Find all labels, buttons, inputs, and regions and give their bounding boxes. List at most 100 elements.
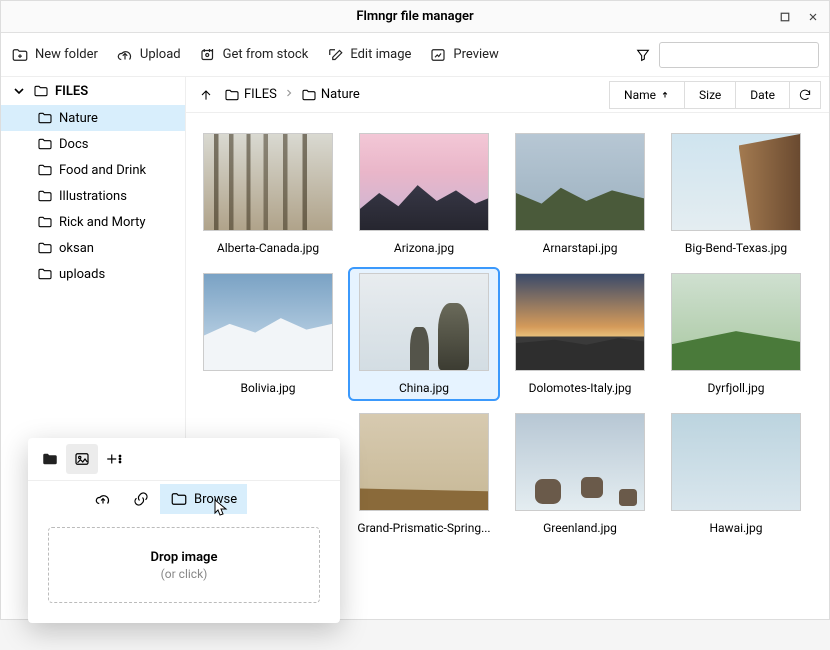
get-from-stock-label: Get from stock — [223, 47, 309, 62]
folder-icon — [33, 83, 49, 99]
folder-icon — [37, 240, 53, 256]
sidebar-item-docs[interactable]: Docs — [1, 131, 185, 157]
file-item[interactable]: Bolivia.jpg — [194, 269, 342, 399]
sort-by-size[interactable]: Size — [684, 81, 736, 109]
preview-label: Preview — [453, 47, 498, 62]
file-thumbnail — [671, 413, 801, 511]
breadcrumb-separator — [283, 87, 295, 103]
tab-file-manager[interactable] — [34, 444, 66, 474]
edit-image-label: Edit image — [350, 47, 411, 62]
titlebar: Flmngr file manager — [1, 1, 829, 33]
sort-controls: Name Size Date — [610, 81, 821, 109]
sidebar-item-illustrations[interactable]: Illustrations — [1, 183, 185, 209]
plus-more-icon — [105, 450, 123, 468]
file-thumbnail — [203, 273, 333, 371]
file-item[interactable]: Dyrfjoll.jpg — [662, 269, 810, 399]
window-title: Flmngr file manager — [356, 9, 473, 24]
new-folder-button[interactable]: New folder — [11, 46, 98, 64]
subtab-browse[interactable]: Browse — [160, 484, 247, 514]
image-icon — [73, 450, 91, 468]
file-thumbnail — [359, 273, 489, 371]
file-thumbnail — [671, 273, 801, 371]
preview-button[interactable]: Preview — [429, 46, 498, 64]
file-name: Arizona.jpg — [394, 241, 454, 255]
tree-root[interactable]: FILES — [1, 77, 185, 105]
edit-image-button[interactable]: Edit image — [326, 46, 411, 64]
file-item[interactable]: Big-Bend-Texas.jpg — [662, 129, 810, 259]
sidebar-item-rick-and-morty[interactable]: Rick and Morty — [1, 209, 185, 235]
breadcrumb-current[interactable]: Nature — [301, 87, 360, 103]
folder-icon — [37, 110, 53, 126]
arrow-up-icon — [660, 90, 670, 100]
breadcrumb-root-label: FILES — [244, 87, 277, 102]
file-item[interactable]: Hawai.jpg — [662, 409, 810, 539]
sidebar-item-label: oksan — [59, 241, 94, 256]
breadcrumb-root[interactable]: FILES — [224, 87, 277, 103]
folder-icon — [224, 87, 240, 103]
folder-icon — [37, 136, 53, 152]
sort-by-date[interactable]: Date — [735, 81, 790, 109]
file-name: Hawai.jpg — [709, 521, 762, 535]
file-item[interactable]: Alberta-Canada.jpg — [194, 129, 342, 259]
sidebar-item-nature[interactable]: Nature — [1, 105, 185, 131]
arrow-up-icon — [198, 87, 214, 103]
go-up-button[interactable] — [194, 83, 218, 107]
folder-icon — [37, 214, 53, 230]
tab-more[interactable] — [98, 444, 130, 474]
sidebar-item-label: uploads — [59, 267, 105, 282]
breadcrumb-bar: FILES Nature Name Size — [186, 77, 829, 113]
file-item[interactable]: Arizona.jpg — [350, 129, 498, 259]
dropzone-title: Drop image — [151, 550, 218, 565]
refresh-button[interactable] — [789, 81, 821, 109]
stock-icon — [199, 46, 217, 64]
sidebar-item-label: Docs — [59, 137, 88, 152]
sidebar-item-oksan[interactable]: oksan — [1, 235, 185, 261]
file-thumbnail — [515, 273, 645, 371]
folder-icon — [301, 87, 317, 103]
toolbar: New folder Upload Get from stock Edit im… — [1, 33, 829, 77]
file-item[interactable]: Arnarstapi.jpg — [506, 129, 654, 259]
dropzone[interactable]: Drop image (or click) — [48, 527, 320, 603]
file-name: Greenland.jpg — [543, 521, 617, 535]
subtab-upload[interactable] — [84, 484, 122, 514]
file-item[interactable]: Dolomotes-Italy.jpg — [506, 269, 654, 399]
file-name: Alberta-Canada.jpg — [217, 241, 319, 255]
file-item[interactable]: China.jpg — [350, 269, 498, 399]
file-thumbnail — [671, 133, 801, 231]
dropzone-subtitle: (or click) — [161, 567, 208, 581]
upload-button[interactable]: Upload — [116, 46, 181, 64]
file-name: China.jpg — [399, 381, 449, 395]
subtab-url[interactable] — [122, 484, 160, 514]
browse-label: Browse — [194, 492, 237, 507]
get-from-stock-button[interactable]: Get from stock — [199, 46, 309, 64]
file-item[interactable]: Grand-Prismatic-Spring... — [350, 409, 498, 539]
sidebar-item-uploads[interactable]: uploads — [1, 261, 185, 287]
tab-image[interactable] — [66, 444, 98, 474]
sidebar-item-label: Food and Drink — [59, 163, 146, 178]
folder-icon — [170, 490, 188, 508]
sidebar-item-label: Nature — [59, 111, 98, 126]
sidebar-item-label: Rick and Morty — [59, 215, 146, 230]
file-thumbnail — [359, 413, 489, 511]
window-maximize-button[interactable] — [775, 7, 795, 27]
sort-name-label: Name — [624, 88, 656, 102]
sidebar-item-label: Illustrations — [59, 189, 127, 204]
file-name: Big-Bend-Texas.jpg — [685, 241, 787, 255]
tree-root-label: FILES — [55, 84, 88, 99]
breadcrumb-current-label: Nature — [321, 87, 360, 102]
window-close-button[interactable] — [803, 7, 823, 27]
file-name: Arnarstapi.jpg — [543, 241, 618, 255]
folder-plus-icon — [11, 46, 29, 64]
file-item[interactable]: Greenland.jpg — [506, 409, 654, 539]
filter-icon[interactable] — [635, 47, 651, 63]
file-thumbnail — [359, 133, 489, 231]
sort-by-name[interactable]: Name — [609, 81, 685, 109]
upload-label: Upload — [140, 47, 181, 62]
file-thumbnail — [515, 413, 645, 511]
sidebar-item-food-and-drink[interactable]: Food and Drink — [1, 157, 185, 183]
file-name: Grand-Prismatic-Spring... — [357, 521, 490, 535]
image-insert-popup: Browse Drop image (or click) — [28, 438, 340, 623]
cloud-upload-icon — [116, 46, 134, 64]
search-input[interactable] — [659, 42, 819, 68]
folder-solid-icon — [41, 450, 59, 468]
